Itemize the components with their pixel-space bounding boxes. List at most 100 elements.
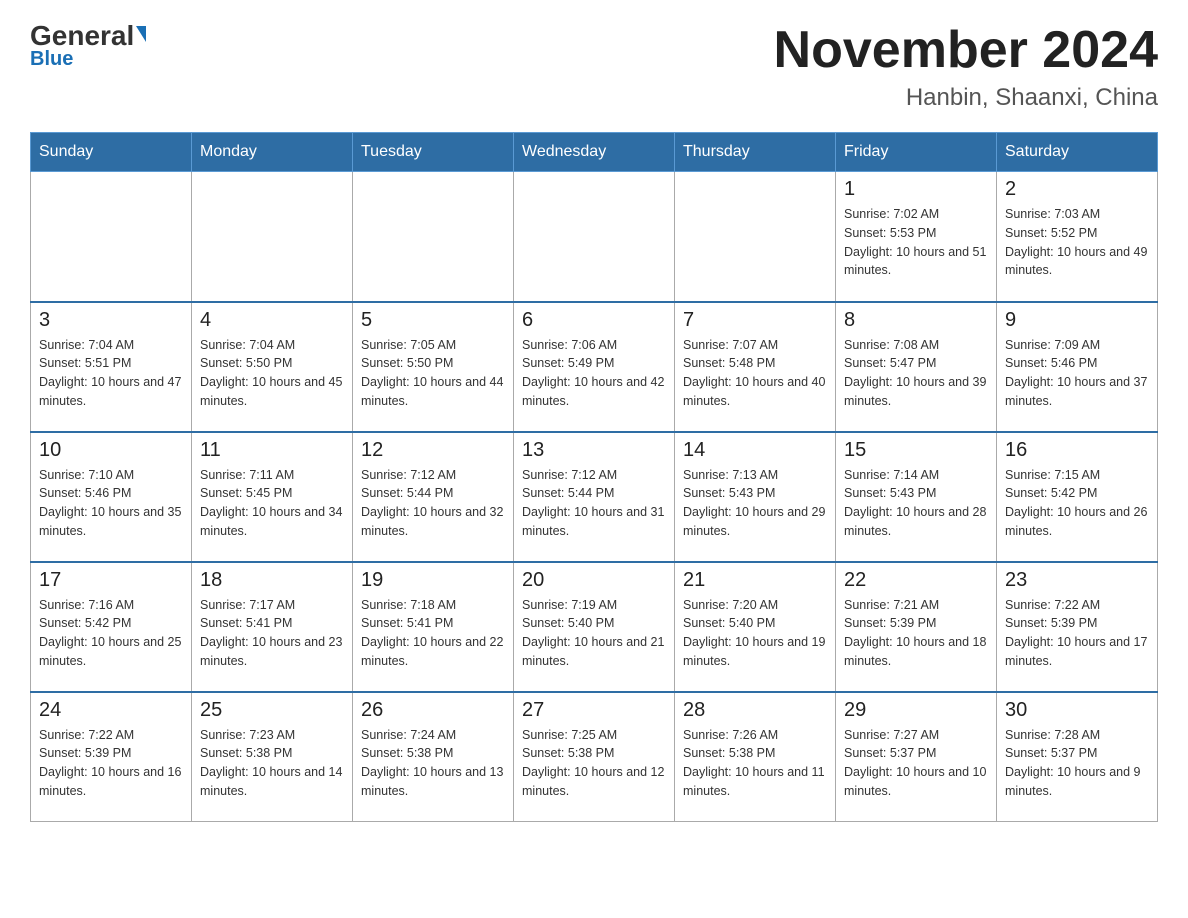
day-info: Sunrise: 7:08 AMSunset: 5:47 PMDaylight:… <box>844 336 988 411</box>
day-info: Sunrise: 7:12 AMSunset: 5:44 PMDaylight:… <box>522 466 666 541</box>
calendar-table: SundayMondayTuesdayWednesdayThursdayFrid… <box>30 132 1158 822</box>
weekday-header-friday: Friday <box>836 133 997 172</box>
title-area: November 2024 Hanbin, Shaanxi, China <box>774 20 1158 112</box>
weekday-header-row: SundayMondayTuesdayWednesdayThursdayFrid… <box>31 133 1158 172</box>
calendar-day-cell <box>192 172 353 302</box>
calendar-day-cell: 18 Sunrise: 7:17 AMSunset: 5:41 PMDayligh… <box>192 562 353 692</box>
calendar-day-cell: 21 Sunrise: 7:20 AMSunset: 5:40 PMDayligh… <box>675 562 836 692</box>
logo-triangle-icon <box>136 26 146 42</box>
weekday-header-wednesday: Wednesday <box>514 133 675 172</box>
day-info: Sunrise: 7:11 AMSunset: 5:45 PMDaylight:… <box>200 466 344 541</box>
weekday-header-saturday: Saturday <box>997 133 1158 172</box>
calendar-day-cell: 22 Sunrise: 7:21 AMSunset: 5:39 PMDayligh… <box>836 562 997 692</box>
calendar-day-cell: 4 Sunrise: 7:04 AMSunset: 5:50 PMDaylight… <box>192 302 353 432</box>
day-info: Sunrise: 7:20 AMSunset: 5:40 PMDaylight:… <box>683 596 827 671</box>
weekday-header-monday: Monday <box>192 133 353 172</box>
day-number: 20 <box>522 569 666 592</box>
day-info: Sunrise: 7:28 AMSunset: 5:37 PMDaylight:… <box>1005 726 1149 801</box>
day-number: 2 <box>1005 178 1149 201</box>
day-info: Sunrise: 7:04 AMSunset: 5:50 PMDaylight:… <box>200 336 344 411</box>
day-info: Sunrise: 7:02 AMSunset: 5:53 PMDaylight:… <box>844 205 988 280</box>
day-info: Sunrise: 7:03 AMSunset: 5:52 PMDaylight:… <box>1005 205 1149 280</box>
calendar-day-cell: 30 Sunrise: 7:28 AMSunset: 5:37 PMDayligh… <box>997 692 1158 822</box>
day-number: 30 <box>1005 699 1149 722</box>
day-info: Sunrise: 7:17 AMSunset: 5:41 PMDaylight:… <box>200 596 344 671</box>
day-number: 15 <box>844 439 988 462</box>
day-number: 22 <box>844 569 988 592</box>
day-info: Sunrise: 7:13 AMSunset: 5:43 PMDaylight:… <box>683 466 827 541</box>
header: General Blue November 2024 Hanbin, Shaan… <box>30 20 1158 112</box>
day-info: Sunrise: 7:23 AMSunset: 5:38 PMDaylight:… <box>200 726 344 801</box>
calendar-day-cell: 23 Sunrise: 7:22 AMSunset: 5:39 PMDayligh… <box>997 562 1158 692</box>
day-number: 24 <box>39 699 183 722</box>
day-info: Sunrise: 7:18 AMSunset: 5:41 PMDaylight:… <box>361 596 505 671</box>
calendar-week-row: 3Sunrise: 7:04 AMSunset: 5:51 PMDaylight… <box>31 302 1158 432</box>
day-info: Sunrise: 7:19 AMSunset: 5:40 PMDaylight:… <box>522 596 666 671</box>
calendar-subtitle: Hanbin, Shaanxi, China <box>774 84 1158 112</box>
day-number: 18 <box>200 569 344 592</box>
calendar-week-row: 24 Sunrise: 7:22 AMSunset: 5:39 PMDayligh… <box>31 692 1158 822</box>
calendar-day-cell: 12Sunrise: 7:12 AMSunset: 5:44 PMDayligh… <box>353 432 514 562</box>
day-number: 21 <box>683 569 827 592</box>
calendar-week-row: 17 Sunrise: 7:16 AMSunset: 5:42 PMDayligh… <box>31 562 1158 692</box>
calendar-day-cell: 29 Sunrise: 7:27 AMSunset: 5:37 PMDayligh… <box>836 692 997 822</box>
day-number: 17 <box>39 569 183 592</box>
day-info: Sunrise: 7:04 AMSunset: 5:51 PMDaylight:… <box>39 336 183 411</box>
day-info: Sunrise: 7:26 AMSunset: 5:38 PMDaylight:… <box>683 726 827 801</box>
calendar-day-cell: 27Sunrise: 7:25 AMSunset: 5:38 PMDayligh… <box>514 692 675 822</box>
calendar-day-cell: 20 Sunrise: 7:19 AMSunset: 5:40 PMDayligh… <box>514 562 675 692</box>
day-number: 8 <box>844 309 988 332</box>
calendar-day-cell: 28Sunrise: 7:26 AMSunset: 5:38 PMDayligh… <box>675 692 836 822</box>
calendar-week-row: 10Sunrise: 7:10 AMSunset: 5:46 PMDayligh… <box>31 432 1158 562</box>
day-info: Sunrise: 7:22 AMSunset: 5:39 PMDaylight:… <box>39 726 183 801</box>
logo-blue-text: Blue <box>30 48 73 71</box>
day-number: 16 <box>1005 439 1149 462</box>
day-number: 1 <box>844 178 988 201</box>
calendar-day-cell: 19 Sunrise: 7:18 AMSunset: 5:41 PMDayligh… <box>353 562 514 692</box>
day-number: 26 <box>361 699 505 722</box>
day-number: 12 <box>361 439 505 462</box>
calendar-day-cell: 11 Sunrise: 7:11 AMSunset: 5:45 PMDayligh… <box>192 432 353 562</box>
weekday-header-sunday: Sunday <box>31 133 192 172</box>
weekday-header-thursday: Thursday <box>675 133 836 172</box>
day-info: Sunrise: 7:21 AMSunset: 5:39 PMDaylight:… <box>844 596 988 671</box>
calendar-day-cell: 16 Sunrise: 7:15 AMSunset: 5:42 PMDayligh… <box>997 432 1158 562</box>
calendar-title: November 2024 <box>774 20 1158 80</box>
day-number: 9 <box>1005 309 1149 332</box>
day-info: Sunrise: 7:05 AMSunset: 5:50 PMDaylight:… <box>361 336 505 411</box>
calendar-day-cell <box>353 172 514 302</box>
day-info: Sunrise: 7:06 AMSunset: 5:49 PMDaylight:… <box>522 336 666 411</box>
calendar-day-cell: 9Sunrise: 7:09 AMSunset: 5:46 PMDaylight… <box>997 302 1158 432</box>
logo: General Blue <box>30 20 146 71</box>
calendar-day-cell <box>514 172 675 302</box>
day-info: Sunrise: 7:14 AMSunset: 5:43 PMDaylight:… <box>844 466 988 541</box>
calendar-day-cell: 25 Sunrise: 7:23 AMSunset: 5:38 PMDayligh… <box>192 692 353 822</box>
day-number: 13 <box>522 439 666 462</box>
calendar-day-cell: 7 Sunrise: 7:07 AMSunset: 5:48 PMDaylight… <box>675 302 836 432</box>
calendar-day-cell: 13 Sunrise: 7:12 AMSunset: 5:44 PMDayligh… <box>514 432 675 562</box>
calendar-day-cell: 6Sunrise: 7:06 AMSunset: 5:49 PMDaylight… <box>514 302 675 432</box>
calendar-day-cell: 26Sunrise: 7:24 AMSunset: 5:38 PMDayligh… <box>353 692 514 822</box>
calendar-day-cell: 8 Sunrise: 7:08 AMSunset: 5:47 PMDaylight… <box>836 302 997 432</box>
day-info: Sunrise: 7:27 AMSunset: 5:37 PMDaylight:… <box>844 726 988 801</box>
calendar-day-cell: 15 Sunrise: 7:14 AMSunset: 5:43 PMDayligh… <box>836 432 997 562</box>
day-number: 27 <box>522 699 666 722</box>
weekday-header-tuesday: Tuesday <box>353 133 514 172</box>
calendar-day-cell <box>675 172 836 302</box>
day-number: 29 <box>844 699 988 722</box>
calendar-day-cell: 1 Sunrise: 7:02 AMSunset: 5:53 PMDaylight… <box>836 172 997 302</box>
day-number: 23 <box>1005 569 1149 592</box>
day-number: 5 <box>361 309 505 332</box>
day-number: 19 <box>361 569 505 592</box>
day-info: Sunrise: 7:22 AMSunset: 5:39 PMDaylight:… <box>1005 596 1149 671</box>
day-info: Sunrise: 7:16 AMSunset: 5:42 PMDaylight:… <box>39 596 183 671</box>
day-number: 7 <box>683 309 827 332</box>
day-info: Sunrise: 7:07 AMSunset: 5:48 PMDaylight:… <box>683 336 827 411</box>
day-number: 4 <box>200 309 344 332</box>
calendar-week-row: 1 Sunrise: 7:02 AMSunset: 5:53 PMDaylight… <box>31 172 1158 302</box>
calendar-day-cell: 10Sunrise: 7:10 AMSunset: 5:46 PMDayligh… <box>31 432 192 562</box>
day-info: Sunrise: 7:15 AMSunset: 5:42 PMDaylight:… <box>1005 466 1149 541</box>
day-number: 14 <box>683 439 827 462</box>
day-number: 11 <box>200 439 344 462</box>
day-number: 25 <box>200 699 344 722</box>
